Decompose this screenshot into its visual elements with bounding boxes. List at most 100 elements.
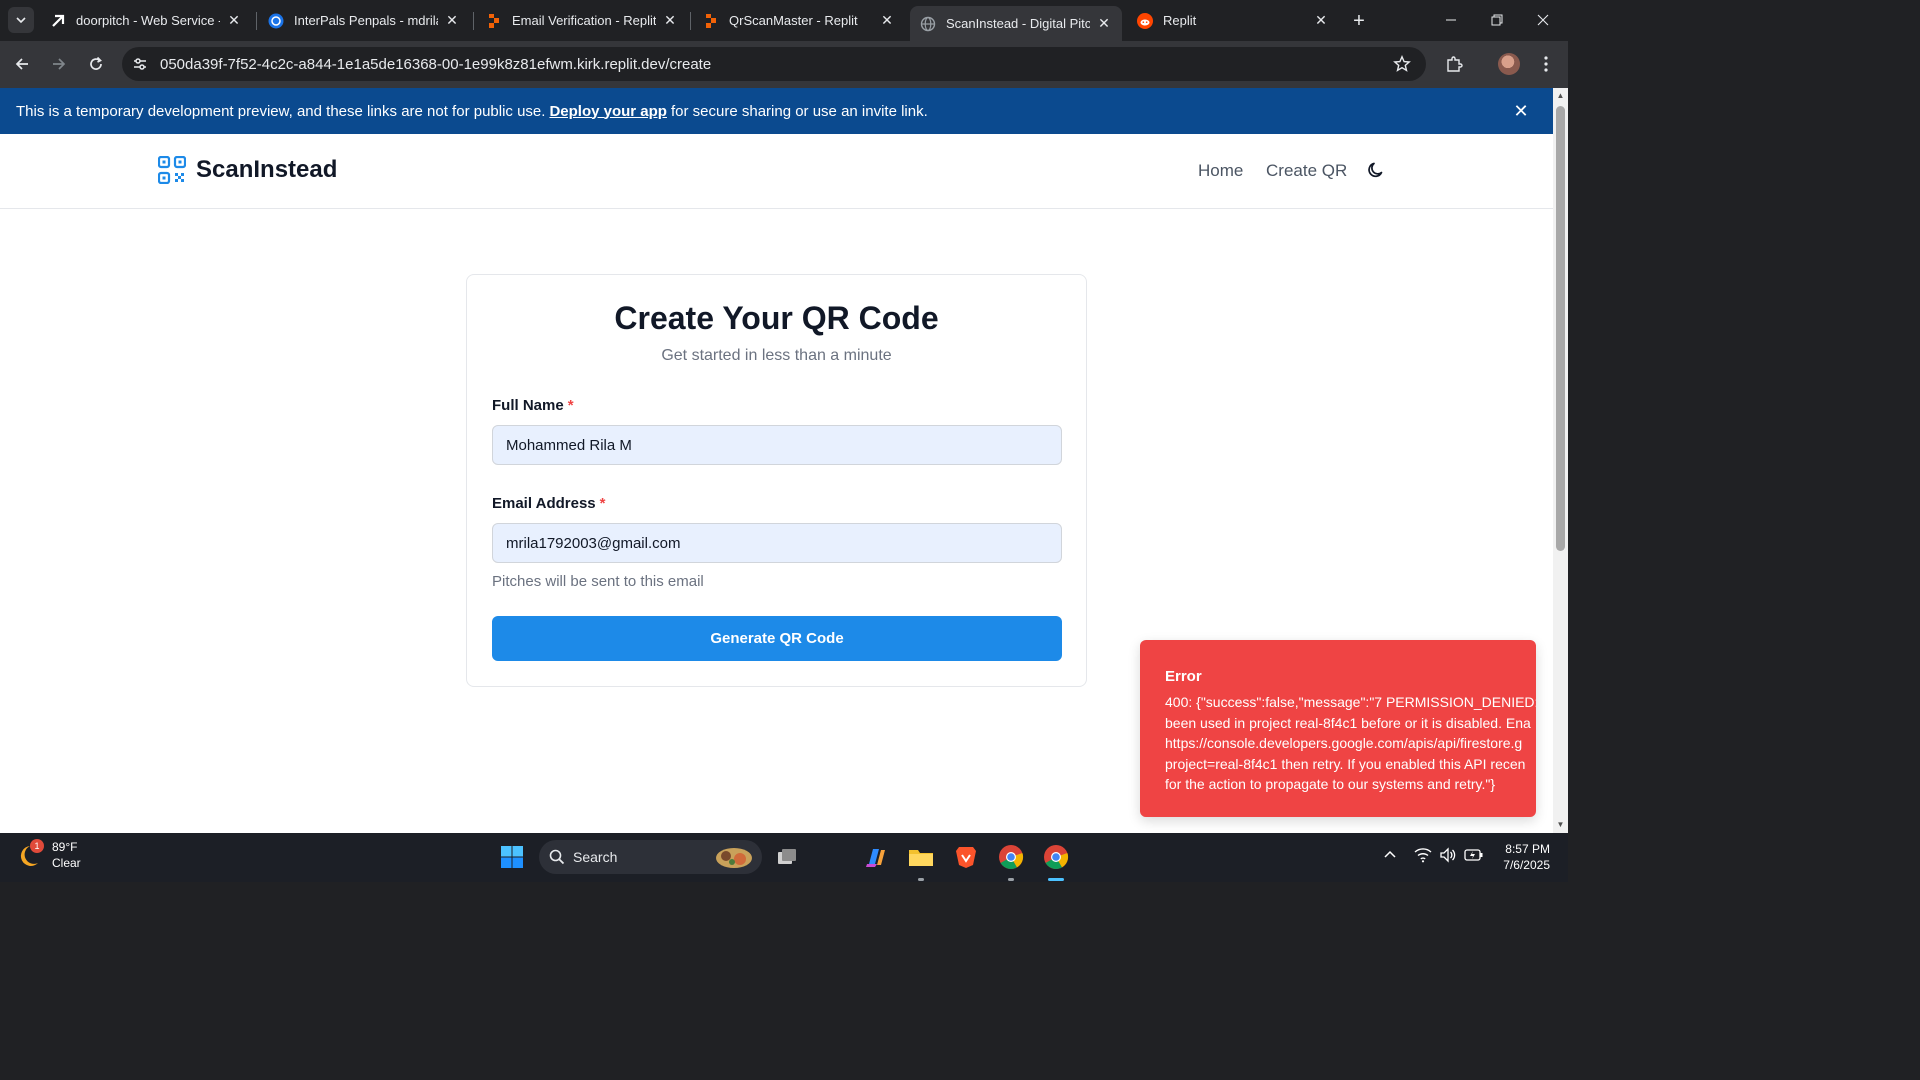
arrow-right-icon: [53, 58, 66, 70]
close-icon[interactable]: ✕: [444, 12, 460, 29]
minimize-button[interactable]: [1428, 6, 1474, 34]
doorpitch-favicon: [50, 13, 66, 29]
taskbar-clock[interactable]: 8:57 PM 7/6/2025: [1494, 841, 1550, 873]
clock-time: 8:57 PM: [1505, 842, 1550, 856]
replit-favicon: [703, 13, 719, 29]
tab-doorpitch[interactable]: doorpitch - Web Service - ✕: [40, 5, 252, 36]
browser-toolbar: 050da39f-7f52-4c2c-a844-1e1a5de16368-00-…: [0, 41, 1568, 88]
tab-scaninstead[interactable]: ScanInstead - Digital Pitch ✕: [910, 6, 1122, 41]
profile-button[interactable]: [1495, 50, 1523, 78]
tab-separator: [690, 12, 691, 30]
nav-home-link[interactable]: Home: [1198, 161, 1243, 181]
battery-button[interactable]: [1464, 847, 1484, 866]
banner-text-after: for secure sharing or use an invite link…: [670, 102, 928, 120]
search-icon: [549, 849, 565, 865]
copilot-icon: [866, 849, 885, 867]
scrollbar-thumb[interactable]: [1556, 106, 1565, 551]
search-highlight-icon: [716, 848, 752, 868]
close-window-button[interactable]: [1520, 6, 1566, 34]
close-icon[interactable]: ✕: [226, 12, 242, 29]
puzzle-icon: [1447, 56, 1463, 72]
file-explorer-button[interactable]: [906, 842, 936, 872]
required-marker: *: [567, 397, 574, 414]
weather-badge: 1: [30, 839, 44, 853]
theme-toggle-button[interactable]: [1366, 160, 1386, 180]
browser-tab-strip: doorpitch - Web Service - ✕ InterPals Pe…: [0, 0, 1568, 41]
browser-menu-button[interactable]: [1532, 50, 1560, 78]
volume-button[interactable]: [1439, 847, 1457, 866]
copilot-button[interactable]: [861, 842, 891, 872]
address-bar[interactable]: 050da39f-7f52-4c2c-a844-1e1a5de16368-00-…: [122, 47, 1426, 81]
page-viewport: This is a temporary development preview,…: [0, 88, 1553, 833]
new-tab-button[interactable]: +: [1347, 9, 1371, 33]
brand[interactable]: ScanInstead: [158, 156, 337, 184]
scroll-down-arrow[interactable]: ▼: [1556, 820, 1565, 830]
weather-widget[interactable]: 1 89°F Clear: [18, 839, 81, 871]
tab-interpals[interactable]: InterPals Penpals - mdrila1 ✕: [258, 5, 470, 36]
running-indicator: [1008, 878, 1014, 881]
reddit-favicon: [1137, 12, 1153, 29]
site-info-icon[interactable]: [130, 54, 150, 74]
bookmark-star-icon[interactable]: [1392, 54, 1412, 74]
search-label: Search: [573, 849, 618, 865]
running-indicator: [918, 878, 924, 881]
network-button[interactable]: [1414, 847, 1432, 866]
tray-overflow-button[interactable]: [1383, 847, 1397, 864]
toast-title: Error: [1165, 668, 1202, 685]
taskbar-search[interactable]: Search: [539, 840, 762, 874]
extensions-button[interactable]: [1440, 50, 1468, 78]
close-icon[interactable]: ✕: [879, 12, 895, 29]
close-icon[interactable]: ✕: [1096, 15, 1112, 32]
deploy-app-link[interactable]: Deploy your app: [549, 103, 667, 120]
tab-title: Email Verification - Replit: [512, 13, 656, 28]
restore-icon: [1491, 14, 1503, 26]
scroll-up-arrow[interactable]: ▲: [1556, 91, 1565, 101]
email-label: Email Address *: [492, 495, 606, 512]
close-banner-button[interactable]: ✕: [1511, 101, 1531, 121]
full-name-label-text: Full Name: [492, 397, 564, 414]
brave-browser-button[interactable]: [951, 842, 981, 872]
error-toast[interactable]: Error 400: {"success":false,"message":"7…: [1140, 640, 1536, 817]
task-view-button[interactable]: [772, 842, 802, 872]
reload-button[interactable]: [82, 50, 110, 78]
globe-favicon: [920, 16, 936, 32]
email-field[interactable]: mrila1792003@gmail.com: [492, 523, 1062, 563]
generate-qr-button[interactable]: Generate QR Code: [492, 616, 1062, 661]
start-button[interactable]: [497, 842, 527, 872]
kebab-menu-icon: [1544, 56, 1548, 72]
full-name-input[interactable]: Mohammed Rila M: [492, 425, 1062, 465]
url-text: 050da39f-7f52-4c2c-a844-1e1a5de16368-00-…: [160, 55, 712, 73]
page-scrollbar[interactable]: ▲ ▼: [1553, 88, 1568, 833]
minimize-icon: [1446, 19, 1456, 21]
wifi-icon: [1414, 848, 1432, 863]
close-icon[interactable]: ✕: [1313, 12, 1329, 29]
tab-search-button[interactable]: [8, 7, 34, 33]
speaker-icon: [1440, 847, 1456, 863]
reload-icon: [90, 56, 102, 70]
restore-button[interactable]: [1474, 6, 1520, 34]
tab-replit[interactable]: Replit ✕: [1127, 5, 1339, 36]
folder-icon: [909, 850, 933, 866]
chevron-up-icon: [1384, 850, 1396, 858]
weather-temp: 89°F: [52, 840, 78, 854]
chrome-icon: [999, 845, 1024, 870]
replit-favicon: [486, 13, 502, 29]
windows-taskbar: 1 89°F Clear Search 8:57 PM 7/6/2025: [0, 833, 1568, 882]
chrome-active-button[interactable]: [1041, 842, 1071, 872]
required-marker: *: [599, 495, 606, 512]
page-title: Create Your QR Code: [614, 300, 939, 336]
tab-email-verification[interactable]: Email Verification - Replit ✕: [476, 5, 688, 36]
close-icon[interactable]: ✕: [662, 12, 678, 29]
chrome-profile-button[interactable]: [996, 842, 1026, 872]
tab-qrscanmaster[interactable]: QrScanMaster - Replit ✕: [693, 5, 905, 36]
full-name-value: Mohammed Rila M: [506, 436, 632, 454]
arrow-left-icon: [15, 58, 28, 70]
nav-create-qr-link[interactable]: Create QR: [1266, 161, 1347, 181]
task-view-icon: [778, 849, 796, 864]
battery-charging-icon: [1464, 849, 1483, 861]
forward-button[interactable]: [45, 50, 73, 78]
qr-code-icon: [158, 156, 186, 184]
create-qr-card: Create Your QR Code Get started in less …: [466, 274, 1087, 687]
tab-title: ScanInstead - Digital Pitch: [946, 16, 1090, 31]
back-button[interactable]: [8, 50, 36, 78]
